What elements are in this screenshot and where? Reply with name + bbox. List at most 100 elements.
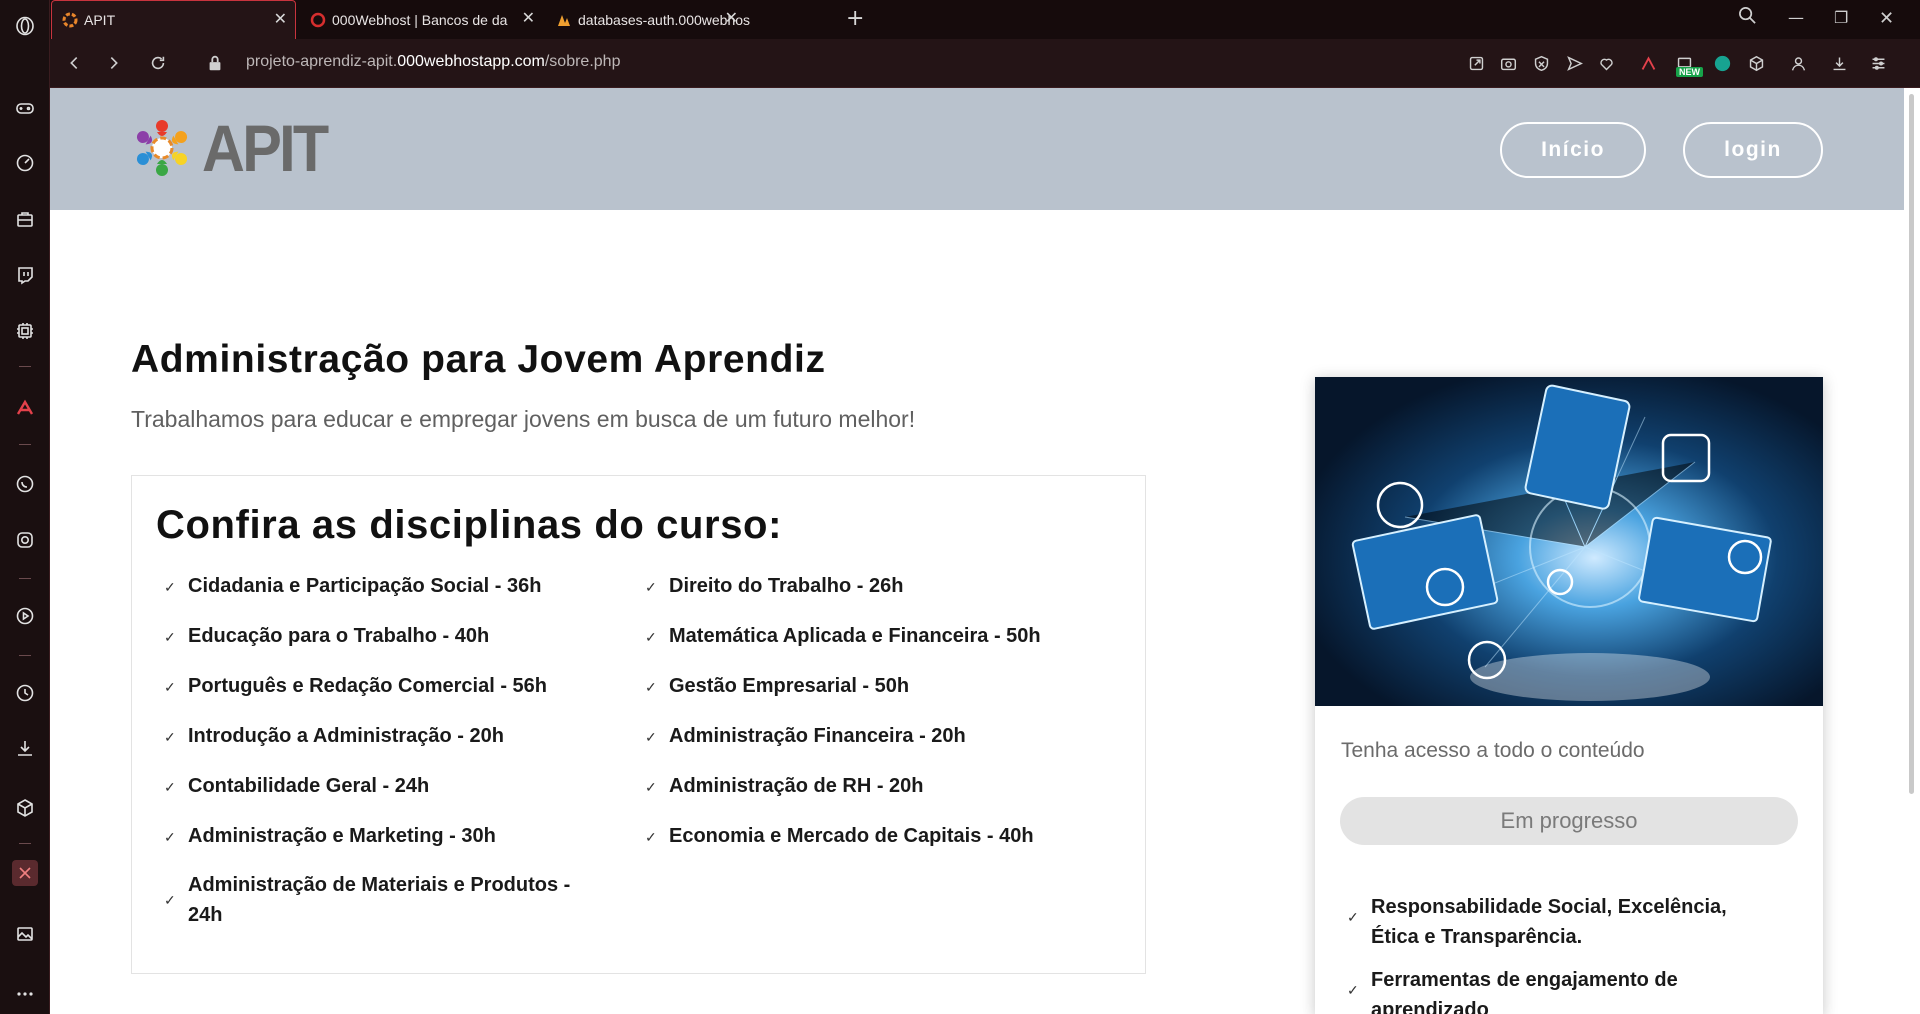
cube-icon[interactable]	[1746, 53, 1766, 73]
list-item-text: Direito do Trabalho - 26h	[669, 575, 904, 597]
search-tabs-icon[interactable]	[1738, 6, 1757, 29]
history-icon[interactable]	[12, 680, 38, 706]
forward-icon[interactable]	[103, 52, 125, 74]
check-icon: ✓	[164, 892, 176, 908]
address-bar: projeto-aprendiz-apit.000webhostapp.com/…	[50, 39, 1920, 88]
tab-000webhost[interactable]: 000Webhost | Bancos de da ✕	[300, 0, 543, 39]
check-icon: ✓	[164, 779, 176, 795]
apit-favicon-icon	[62, 12, 78, 28]
tab-apit[interactable]: APIT ✕	[51, 0, 296, 39]
new-tab-icon[interactable]: +	[846, 6, 864, 31]
close-window-icon[interactable]: ✕	[1879, 8, 1894, 29]
send-icon[interactable]	[1564, 53, 1584, 73]
twitch-icon[interactable]	[12, 262, 38, 288]
aria-icon[interactable]	[1638, 53, 1658, 73]
list-item: ✓ Português e Redação Comercial - 56h	[164, 671, 614, 702]
briefcase-icon[interactable]	[12, 206, 38, 232]
page-viewport: APIT Início login Administração para Jov…	[50, 88, 1920, 1014]
list-item: ✓ Gestão Empresarial - 50h	[645, 671, 1125, 702]
site-header: APIT Início login	[50, 88, 1904, 210]
check-icon: ✓	[645, 729, 657, 745]
browser-logo-icon[interactable]	[12, 13, 38, 39]
page-title: Administração para Jovem Aprendiz	[131, 338, 826, 381]
list-item-text: Administração de Materiais e Produtos - …	[188, 874, 571, 926]
new-badge: NEW	[1676, 67, 1703, 77]
list-item-text: Cidadania e Participação Social - 36h	[188, 575, 542, 597]
check-icon: ✓	[164, 579, 176, 595]
list-item-text: Gestão Empresarial - 50h	[669, 675, 910, 697]
list-item: ✓ Direito do Trabalho - 26h	[645, 571, 1125, 602]
close-tab-icon[interactable]: ✕	[522, 11, 535, 27]
check-icon: ✓	[1347, 982, 1359, 998]
webhost-favicon-icon	[310, 12, 326, 27]
check-icon: ✓	[645, 579, 657, 595]
progress-button[interactable]: Em progresso	[1340, 797, 1798, 845]
check-icon: ✓	[645, 779, 657, 795]
check-icon: ✓	[645, 679, 657, 695]
close-tab-icon[interactable]: ✕	[725, 11, 738, 27]
list-item-text: Economia e Mercado de Capitais - 40h	[669, 825, 1034, 847]
list-item: ✓ Administração de RH - 20h	[645, 771, 1125, 802]
inicio-button[interactable]: Início	[1500, 122, 1646, 178]
extension-icon[interactable]	[12, 860, 38, 886]
list-item-text: Administração e Marketing - 30h	[188, 825, 496, 847]
list-item-text: Matemática Aplicada e Financeira - 50h	[669, 625, 1041, 647]
list-item: ✓ Economia e Mercado de Capitais - 40h	[645, 821, 1125, 852]
restore-icon[interactable]: ❐	[1834, 8, 1848, 27]
database-favicon-icon	[558, 14, 570, 26]
whatsapp-icon[interactable]	[12, 471, 38, 497]
minimize-icon[interactable]: —	[1788, 8, 1804, 27]
tab-databases-auth[interactable]: databases-auth.000webhos ✕	[546, 0, 836, 39]
downloads-icon[interactable]	[1829, 53, 1849, 73]
tab-bar: APIT ✕ 000Webhost | Bancos de da ✕ datab…	[50, 0, 1920, 39]
list-item-text: Administração de RH - 20h	[669, 775, 924, 797]
list-item: ✓ Responsabilidade Social, Excelência, Ét…	[1347, 892, 1767, 952]
amazon-assistant-icon[interactable]	[1712, 53, 1732, 73]
adblock-icon[interactable]	[1531, 53, 1551, 73]
cube-icon[interactable]	[12, 795, 38, 821]
more-icon[interactable]	[12, 981, 38, 1007]
back-icon[interactable]	[63, 52, 85, 74]
gallery-icon[interactable]	[12, 921, 38, 947]
check-icon: ✓	[164, 679, 176, 695]
login-button[interactable]: login	[1683, 122, 1823, 178]
profile-icon[interactable]	[1788, 53, 1808, 73]
scrollbar-thumb[interactable]	[1909, 94, 1914, 794]
download-icon[interactable]	[12, 735, 38, 761]
url-path: /sobre.php	[544, 53, 621, 70]
page-scrollbar[interactable]	[1904, 88, 1920, 1014]
tab-title: 000Webhost | Bancos de da	[332, 11, 508, 28]
close-tab-icon[interactable]: ✕	[274, 12, 287, 28]
tab-title: APIT	[84, 12, 116, 28]
gamepad-icon[interactable]	[12, 95, 38, 121]
url-field[interactable]: projeto-aprendiz-apit.000webhostapp.com/…	[246, 53, 620, 71]
easy-setup-icon[interactable]	[1868, 53, 1888, 73]
list-item: ✓ Administração Financeira - 20h	[645, 721, 1125, 752]
check-icon: ✓	[645, 629, 657, 645]
site-logo[interactable]: APIT	[130, 115, 340, 181]
player-icon[interactable]	[12, 603, 38, 629]
check-icon: ✓	[164, 629, 176, 645]
lock-icon[interactable]	[204, 52, 226, 74]
browser-sidebar	[0, 0, 50, 1014]
list-item: ✓ Administração de Materiais e Produtos -…	[164, 870, 604, 930]
camera-icon[interactable]	[1498, 53, 1518, 73]
share-icon[interactable]	[1466, 53, 1486, 73]
cpu-icon[interactable]	[12, 318, 38, 344]
heart-icon[interactable]	[1596, 53, 1616, 73]
check-icon: ✓	[645, 829, 657, 845]
instagram-icon[interactable]	[12, 527, 38, 553]
check-icon: ✓	[164, 829, 176, 845]
technology-image	[1315, 377, 1823, 706]
list-item: ✓ Ferramentas de engajamento de aprendiza…	[1347, 965, 1767, 1014]
list-item: ✓ Matemática Aplicada e Financeira - 50h	[645, 621, 1125, 652]
sidebar-divider	[19, 655, 31, 656]
aria-icon[interactable]	[12, 395, 38, 421]
course-disciplines-box: Confira as disciplinas do curso: ✓ Cidada…	[131, 475, 1146, 974]
list-item-text: Contabilidade Geral - 24h	[188, 775, 430, 797]
reload-icon[interactable]	[147, 52, 169, 74]
list-item: ✓ Contabilidade Geral - 24h	[164, 771, 614, 802]
speedometer-icon[interactable]	[12, 150, 38, 176]
sidebar-divider	[19, 843, 31, 844]
list-item-text: Português e Redação Comercial - 56h	[188, 675, 548, 697]
